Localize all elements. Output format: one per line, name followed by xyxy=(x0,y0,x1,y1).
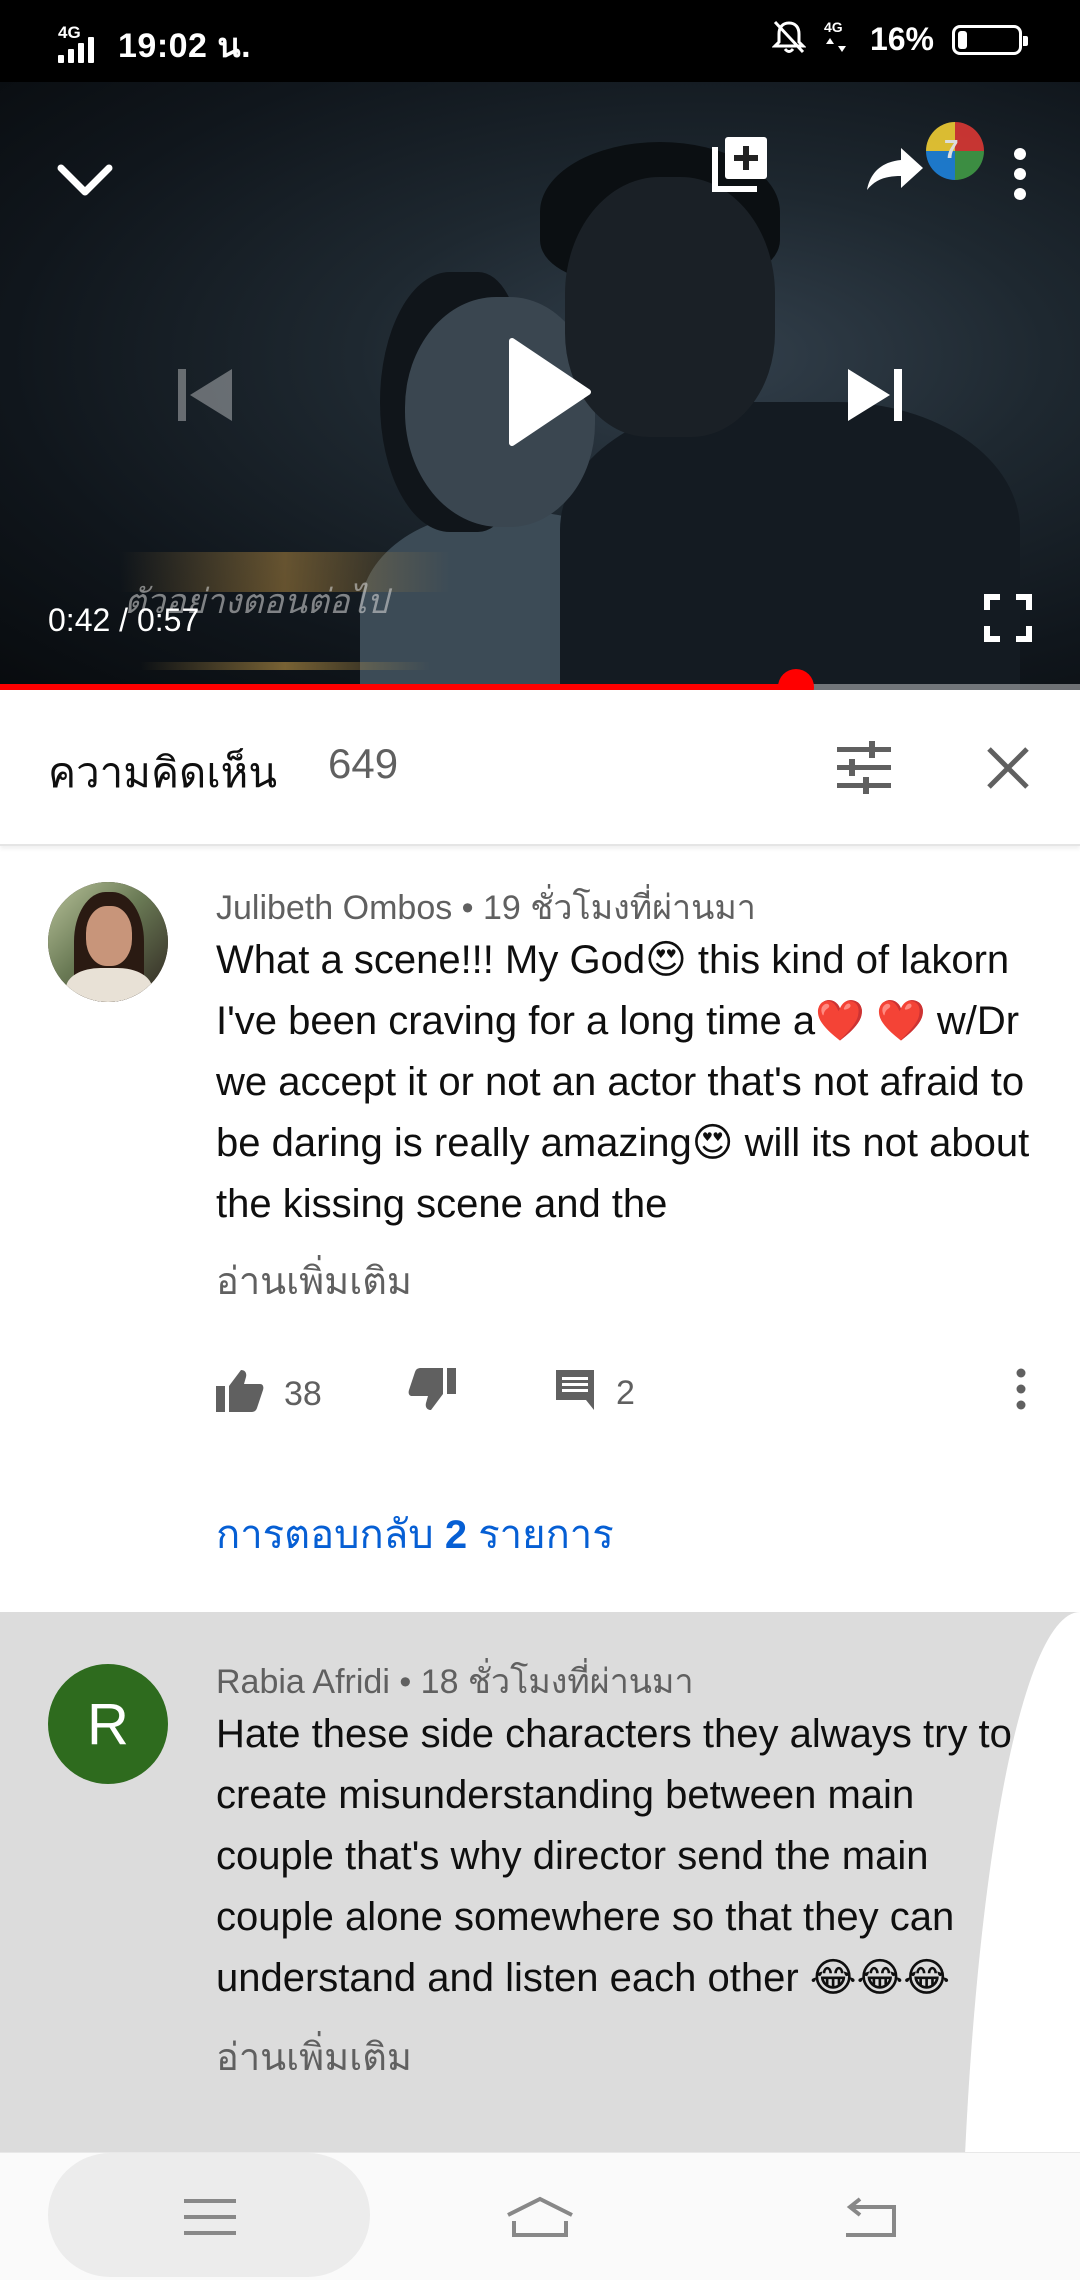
video-player[interactable]: ตัวอย่างตอนต่อไป 7 0:42 / 0:57 xyxy=(0,82,1080,690)
minimize-chevron-icon[interactable] xyxy=(40,140,130,220)
next-icon[interactable] xyxy=(830,350,920,440)
signal-icon: 4G xyxy=(58,23,104,67)
caption-glow xyxy=(140,662,430,670)
like-count: 38 xyxy=(284,1375,322,1413)
comments-title: ความคิดเห็น xyxy=(48,749,278,796)
dislike-button[interactable] xyxy=(408,1368,456,1421)
back-icon[interactable] xyxy=(820,2153,920,2280)
comment-item[interactable]: R Rabia Afridi • 18 ชั่วโมงที่ผ่านมา Hat… xyxy=(0,1614,1080,2152)
replies-link-suffix: รายการ xyxy=(478,1513,614,1557)
comment-text: What a scene!!! My God😍 this kind of lak… xyxy=(216,938,1030,1226)
comment-more-icon[interactable] xyxy=(1016,1368,1026,1410)
channel-logo-text: 7 xyxy=(944,134,959,164)
filter-sort-icon[interactable] xyxy=(824,728,904,808)
comment-meta: Julibeth Ombos • 19 ชั่วโมงที่ผ่านมา xyxy=(216,889,756,927)
close-icon[interactable] xyxy=(968,728,1048,808)
comments-count: 649 xyxy=(328,740,399,787)
reply-button[interactable]: 2 xyxy=(554,1368,635,1419)
more-options-icon[interactable] xyxy=(990,134,1050,214)
video-frame-figure xyxy=(560,402,1020,690)
comment-actions: 38 2 xyxy=(216,1368,1046,1428)
share-icon[interactable] xyxy=(855,134,935,204)
avatar-letter: R xyxy=(87,1691,129,1757)
network-type-label: 4G xyxy=(58,23,81,42)
status-right: 4G 16% xyxy=(771,18,1028,61)
avatar[interactable]: R xyxy=(48,1664,168,1784)
channel-logo: 7 xyxy=(926,122,984,180)
read-more-link[interactable]: อ่านเพิ่มเติม xyxy=(216,1250,412,1311)
replies-link-prefix: การตอบกลับ xyxy=(216,1513,434,1557)
thumbs-up-icon xyxy=(216,1368,264,1421)
data-4g-icon: 4G xyxy=(824,18,852,61)
status-time: 19:02 น. xyxy=(118,27,252,65)
previous-icon[interactable] xyxy=(160,350,250,440)
fullscreen-icon[interactable] xyxy=(968,578,1048,658)
replies-link-count: 2 xyxy=(444,1513,468,1557)
add-to-playlist-icon[interactable] xyxy=(700,124,780,204)
view-replies-link[interactable]: การตอบกลับ 2 รายการ xyxy=(216,1502,614,1566)
thumbs-down-icon xyxy=(408,1368,456,1421)
comment-item: Julibeth Ombos • 19 ชั่วโมงที่ผ่านมา Wha… xyxy=(0,846,1080,1612)
comment-bubble-icon xyxy=(554,1368,596,1419)
avatar[interactable] xyxy=(48,882,168,1002)
play-icon[interactable] xyxy=(490,322,610,462)
reply-count: 2 xyxy=(616,1374,635,1412)
comment-meta: Rabia Afridi • 18 ชั่วโมงที่ผ่านมา xyxy=(216,1663,694,1701)
home-icon[interactable] xyxy=(490,2153,590,2280)
battery-icon xyxy=(952,24,1028,55)
comment-text: Hate these side characters they always t… xyxy=(216,1712,1012,2000)
comments-header: ความคิดเห็น 649 xyxy=(0,690,1080,846)
video-time-display: 0:42 / 0:57 xyxy=(48,602,200,638)
battery-percent: 16% xyxy=(869,21,934,57)
like-button[interactable]: 38 xyxy=(216,1368,322,1421)
status-left: 4G 19:02 น. xyxy=(58,18,251,72)
mute-bell-icon xyxy=(771,19,807,60)
svg-text:4G: 4G xyxy=(824,19,843,35)
read-more-link[interactable]: อ่านเพิ่มเติม xyxy=(216,2026,412,2087)
system-nav-bar xyxy=(0,2152,1080,2280)
recent-apps-icon[interactable] xyxy=(160,2153,260,2280)
status-bar: 4G 19:02 น. 4G 16% xyxy=(0,0,1080,82)
